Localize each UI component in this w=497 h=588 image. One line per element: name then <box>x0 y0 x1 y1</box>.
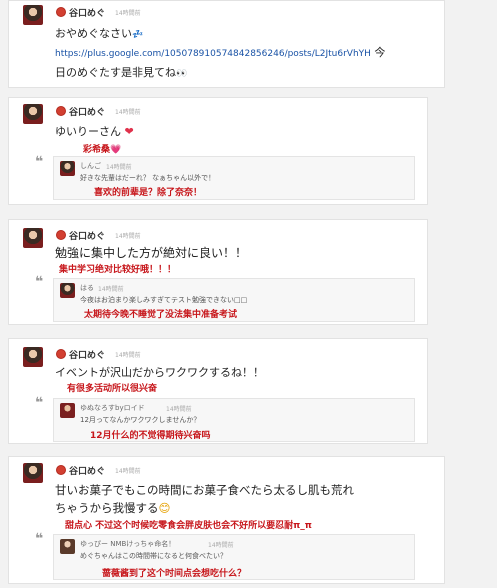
author-name[interactable]: 谷口めぐ <box>69 105 105 118</box>
reply-translation: 太期待今晚不睡觉了没法集中准备考试 <box>84 310 238 320</box>
eyes-emoji: 👀 <box>176 69 188 79</box>
avatar[interactable] <box>23 228 43 248</box>
avatar[interactable] <box>23 5 43 25</box>
translation: 有很多活动所以很兴奋 <box>67 384 158 394</box>
post-text-line-3: 日のめぐたす是非見てね👀 <box>55 66 188 79</box>
google-plus-icon <box>56 7 66 17</box>
reply-text: 12月ってなんかワクワクしませんか？ <box>80 416 201 424</box>
reply-author[interactable]: ゆぬなろすbyロイド <box>80 403 145 413</box>
reply-time[interactable]: 14時間前 <box>98 284 124 293</box>
reply-box: はる 14時間前 今夜はお泊まり楽しみすぎてテスト勉強できない□□ 太期待今晚不… <box>53 278 415 322</box>
quote-icon: ❝ <box>35 395 44 411</box>
reply-time[interactable]: 14時間前 <box>166 404 192 413</box>
post-time[interactable]: 14時間前 <box>115 107 141 116</box>
translation: 甜点心 不过这个时候吃零食会胖皮肤也会不好所以要忍耐π_π <box>65 521 312 531</box>
avatar[interactable] <box>23 463 43 483</box>
reply-avatar[interactable] <box>60 161 75 176</box>
translation: 集中学习绝对比较好哦！！！ <box>59 265 177 275</box>
post-text-line-2: ちゃうから我慢する😊 <box>55 501 171 515</box>
avatar[interactable] <box>23 104 43 124</box>
google-plus-icon <box>56 230 66 240</box>
author-name[interactable]: 谷口めぐ <box>69 464 105 477</box>
google-plus-icon <box>56 106 66 116</box>
reply-avatar[interactable] <box>60 283 75 298</box>
reply-box: しんご 14時間前 好きな先輩はだーれ？ なぁちゃん以外で！ 喜欢的前辈是？除了… <box>53 156 415 200</box>
reply-time[interactable]: 14時間前 <box>106 162 132 171</box>
reply-author[interactable]: はる <box>80 283 94 293</box>
post-text-line-1: 甘いお菓子でもこの時間にお菓子食べたら太るし肌も荒れ <box>55 483 354 497</box>
reply-translation: 喜欢的前辈是？除了奈奈！ <box>94 188 203 198</box>
post-text: ゆいりーさん ❤ <box>55 125 134 138</box>
reply-translation: 蔷薇酱到了这个时间点会想吃什么？ <box>102 569 247 579</box>
heart-emoji: 💗 <box>110 145 122 155</box>
quote-icon: ❝ <box>35 531 44 547</box>
author-name[interactable]: 谷口めぐ <box>69 229 105 242</box>
reply-text: 好きな先輩はだーれ？ なぁちゃん以外で！ <box>80 174 216 182</box>
reply-text: 今夜はお泊まり楽しみすぎてテスト勉強できない□□ <box>80 296 248 304</box>
reply-time[interactable]: 14時間前 <box>208 540 234 549</box>
avatar[interactable] <box>23 347 43 367</box>
heart-emoji: ❤ <box>124 125 134 138</box>
reply-box: ゆっぴー NMBけっちゃ命名！ 14時間前 めぐちゃんはこの時間帯になると何食べ… <box>53 534 415 580</box>
post-4: 谷口めぐ 14時間前 イベントが沢山だからワクワクするね！！ 有很多活动所以很兴… <box>8 338 428 444</box>
reply-author[interactable]: しんご <box>80 161 101 171</box>
post-text: 勉強に集中した方が絶対に良い！！ <box>55 246 248 260</box>
quote-icon: ❝ <box>35 274 44 290</box>
post-time[interactable]: 14時間前 <box>115 8 141 17</box>
sleep-emoji: 💤 <box>132 30 144 40</box>
reply-avatar[interactable] <box>60 403 75 418</box>
author-name[interactable]: 谷口めぐ <box>69 6 105 19</box>
reply-box: ゆぬなろすbyロイド 14時間前 12月ってなんかワクワクしませんか？ 12月什… <box>53 398 415 442</box>
reply-translation: 12月什么的不觉得期待兴奋吗 <box>90 431 211 441</box>
post-3: 谷口めぐ 14時間前 勉強に集中した方が絶対に良い！！ 集中学习绝对比较好哦！！… <box>8 219 428 325</box>
reply-text: めぐちゃんはこの時間帯になると何食べたい？ <box>80 552 227 560</box>
post-text-line-2: https://plus.google.com/1050789105748428… <box>55 46 386 59</box>
post-5: 谷口めぐ 14時間前 甘いお菓子でもこの時間にお菓子食べたら太るし肌も荒れ ちゃ… <box>8 456 445 584</box>
post-time[interactable]: 14時間前 <box>115 466 141 475</box>
post-1: 谷口めぐ 14時間前 おやめぐなさい💤 https://plus.google.… <box>8 0 445 88</box>
smile-emoji: 😊 <box>158 501 171 515</box>
post-time[interactable]: 14時間前 <box>115 350 141 359</box>
post-link[interactable]: https://plus.google.com/1050789105748428… <box>55 49 371 59</box>
reply-avatar[interactable] <box>60 539 75 554</box>
translation: 彩希桑💗 <box>83 145 122 155</box>
quote-icon: ❝ <box>35 154 44 170</box>
google-plus-icon <box>56 349 66 359</box>
author-name[interactable]: 谷口めぐ <box>69 348 105 361</box>
post-text-line-1: おやめぐなさい💤 <box>55 27 144 40</box>
post-text: イベントが沢山だからワクワクするね！！ <box>55 366 264 379</box>
reply-author[interactable]: ゆっぴー NMBけっちゃ命名！ <box>80 539 175 549</box>
post-time[interactable]: 14時間前 <box>115 231 141 240</box>
google-plus-icon <box>56 465 66 475</box>
post-2: 谷口めぐ 14時間前 ゆいりーさん ❤ 彩希桑💗 ❝ しんご 14時間前 好きな… <box>8 97 428 205</box>
